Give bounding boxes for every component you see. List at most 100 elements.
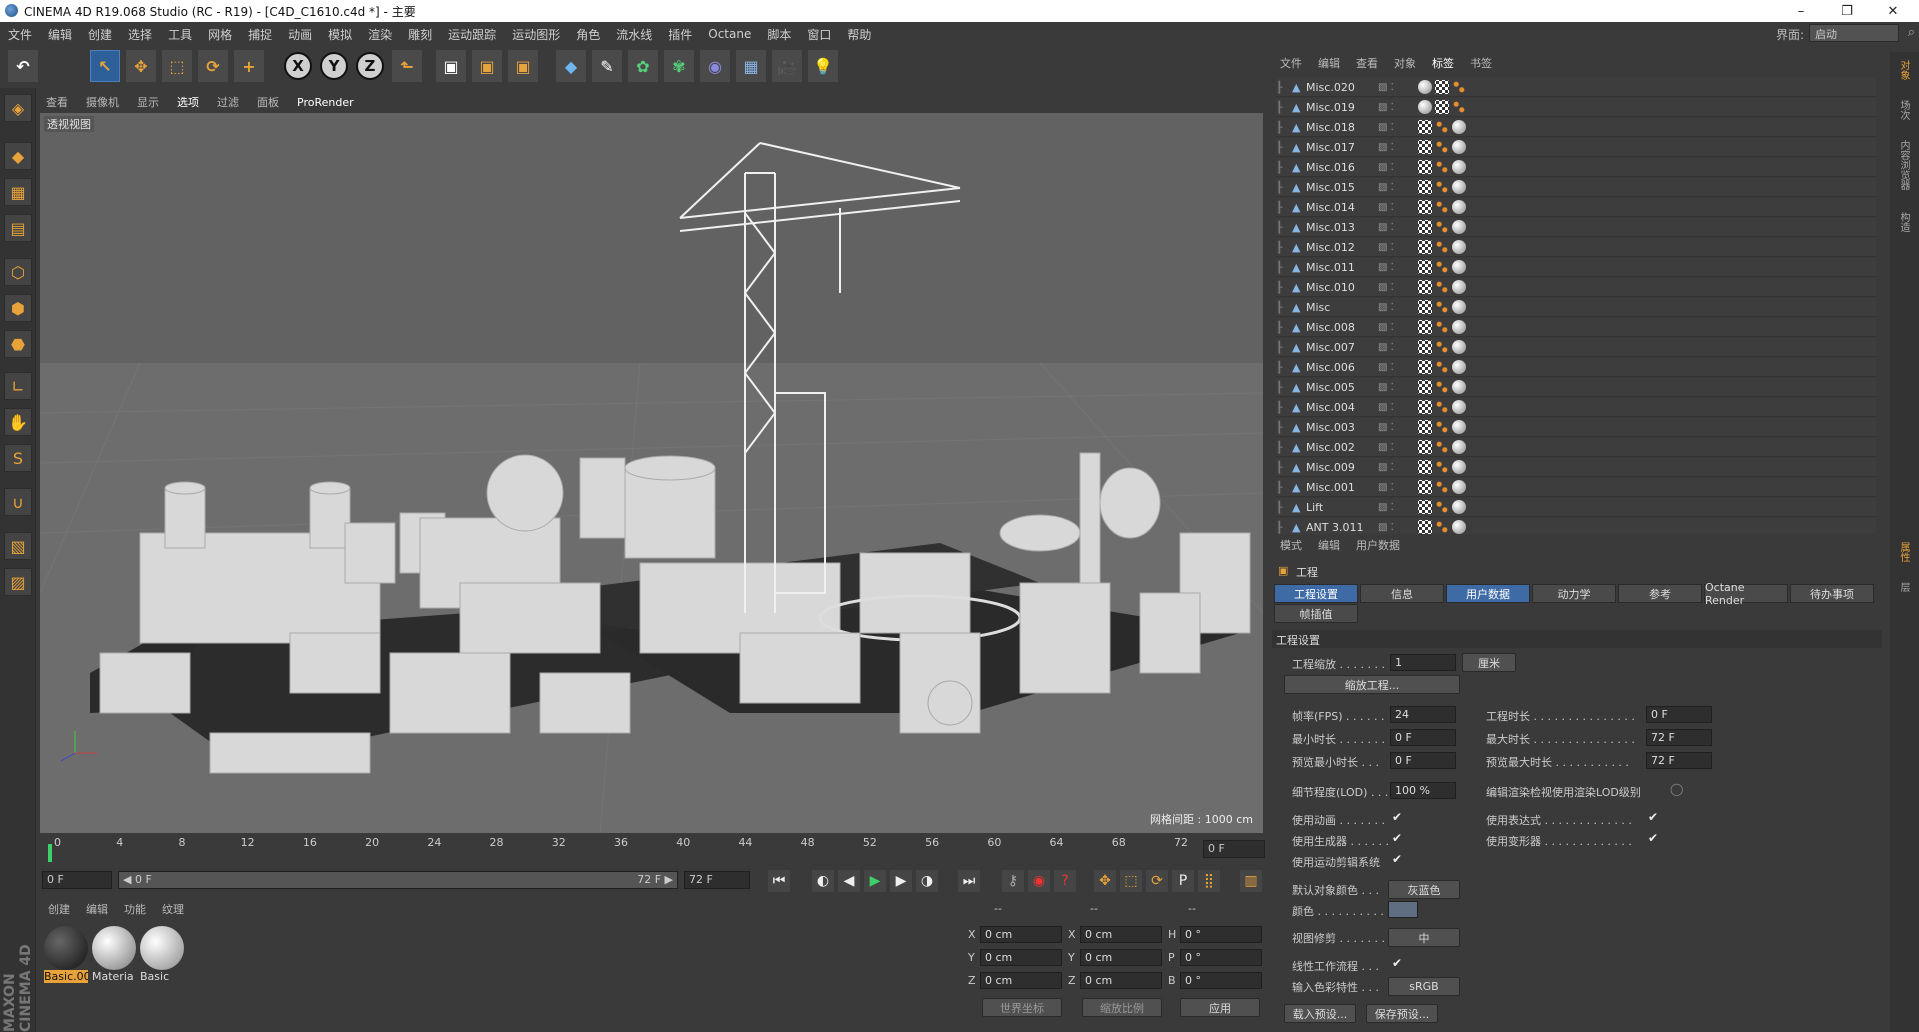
viewport-menu-cameras[interactable]: 摄像机 [77, 94, 128, 110]
min-time-field[interactable]: 0 F [1390, 729, 1456, 746]
preview-max-field[interactable]: 72 F [1646, 752, 1712, 769]
view-clipping-dropdown[interactable]: 中 [1388, 928, 1460, 947]
menu-octane[interactable]: Octane [700, 27, 759, 41]
material-swatch[interactable]: Basic [140, 926, 184, 986]
use-generators-checkbox[interactable]: ✔ [1392, 831, 1402, 845]
material-menu-create[interactable]: 创建 [40, 901, 78, 917]
current-frame-field[interactable]: 0 F [1203, 840, 1265, 858]
menu-motion-tracking[interactable]: 运动跟踪 [440, 26, 504, 43]
add-tool-button[interactable]: + [234, 50, 264, 82]
tab-octane-render[interactable]: Octane Render [1704, 581, 1788, 607]
end-frame-field[interactable]: 72 F [684, 871, 750, 889]
save-preset-button[interactable]: 保存预设... [1366, 1004, 1438, 1023]
object-row[interactable]: ┠ ▲ Misc.009 ▧ ⁚ [1276, 458, 1876, 477]
auto-key-icon[interactable]: ? [1054, 870, 1076, 892]
size-z-field[interactable]: 0 cm [1080, 972, 1162, 989]
object-menu-tags[interactable]: 标签 [1424, 55, 1462, 71]
pen-spline-button[interactable]: ✎ [592, 50, 622, 82]
viewport-menu-options[interactable]: 选项 [168, 94, 208, 110]
menu-create[interactable]: 创建 [80, 26, 120, 43]
menu-edit[interactable]: 编辑 [40, 26, 80, 43]
z-axis-lock-button[interactable]: Z [356, 52, 384, 80]
default-object-color-dropdown[interactable]: 灰蓝色 [1388, 880, 1460, 899]
linear-workflow-checkbox[interactable]: ✔ [1392, 956, 1402, 970]
menu-mograph[interactable]: 运动图形 [504, 26, 568, 43]
color-swatch[interactable] [1388, 901, 1418, 918]
object-row[interactable]: ┠ ▲ Misc.011 ▧ ⁚ [1276, 258, 1876, 277]
fps-field[interactable]: 24 [1390, 706, 1456, 723]
scale-unit-dropdown[interactable]: 厘米 [1462, 653, 1516, 672]
rotate-tool-button[interactable]: ⟳ [198, 50, 228, 82]
menu-snap[interactable]: 捕捉 [240, 26, 280, 43]
right-tab-layers[interactable]: 层 [1896, 582, 1911, 592]
menu-window[interactable]: 窗口 [799, 26, 839, 43]
x-axis-lock-button[interactable]: X [284, 52, 312, 80]
object-row[interactable]: ┠ ▲ Misc.002 ▧ ⁚ [1276, 438, 1876, 457]
object-row[interactable]: ┠ ▲ Misc.019 ▧ ⁚ [1276, 98, 1876, 117]
apply-button[interactable]: 应用 [1180, 998, 1260, 1017]
select-tool-button[interactable]: ↖ [90, 50, 120, 82]
object-menu-edit[interactable]: 编辑 [1310, 55, 1348, 71]
input-color-profile-dropdown[interactable]: sRGB [1388, 977, 1460, 996]
object-row[interactable]: ┠ ▲ Misc.010 ▧ ⁚ [1276, 278, 1876, 297]
max-time-field[interactable]: 72 F [1646, 729, 1712, 746]
menu-pipeline[interactable]: 流水线 [608, 26, 660, 43]
material-swatch[interactable]: Materia [92, 926, 136, 986]
menu-select[interactable]: 选择 [120, 26, 160, 43]
pos-y-field[interactable]: 0 cm [980, 949, 1062, 966]
generator-button[interactable]: ✿ [628, 50, 658, 82]
right-tab-objects[interactable]: 对象 [1896, 60, 1911, 80]
viewport-menu-display[interactable]: 显示 [128, 94, 168, 110]
object-row[interactable]: ┠ ▲ Misc.005 ▧ ⁚ [1276, 378, 1876, 397]
render-lod-checkbox[interactable]: ◯ [1670, 782, 1683, 796]
menu-help[interactable]: 帮助 [839, 26, 879, 43]
menu-script[interactable]: 脚本 [759, 26, 799, 43]
viewport-menu-filter[interactable]: 过滤 [208, 94, 248, 110]
prev-key-button[interactable]: ◐ [812, 870, 834, 892]
right-tab-content-browser[interactable]: 内容浏览器 [1896, 140, 1911, 190]
rot-h-field[interactable]: 0 ° [1180, 926, 1262, 943]
viewport-menu-view[interactable]: 查看 [37, 94, 77, 110]
right-tab-attributes[interactable]: 属性 [1896, 542, 1911, 562]
polygons-mode-icon[interactable]: ⬣ [4, 330, 32, 358]
timeline-ruler[interactable]: 0 4 8 12 16 20 24 28 32 36 40 44 48 52 56 60 64 68 72 0 F [40, 836, 1265, 864]
object-row[interactable]: ┠ ▲ Misc.006 ▧ ⁚ [1276, 358, 1876, 377]
tab-dynamics[interactable]: 动力学 [1532, 584, 1616, 603]
preview-min-field[interactable]: 0 F [1390, 752, 1456, 769]
rot-b-field[interactable]: 0 ° [1180, 972, 1262, 989]
object-row[interactable]: ┠ ▲ Misc.018 ▧ ⁚ [1276, 118, 1876, 137]
object-row[interactable]: ┠ ▲ Misc.001 ▧ ⁚ [1276, 478, 1876, 497]
object-row[interactable]: ┠ ▲ Misc.012 ▧ ⁚ [1276, 238, 1876, 257]
magnet-icon[interactable]: ∪ [4, 488, 32, 516]
object-menu-bookmarks[interactable]: 书签 [1462, 55, 1500, 71]
object-row[interactable]: ┠ ▲ Misc.015 ▧ ⁚ [1276, 178, 1876, 197]
size-x-field[interactable]: 0 cm [1080, 926, 1162, 943]
pos-x-field[interactable]: 0 cm [980, 926, 1062, 943]
scale-tool-button[interactable]: ⬚ [162, 50, 192, 82]
tab-info[interactable]: 信息 [1360, 584, 1444, 603]
start-frame-field[interactable]: 0 F [42, 871, 112, 889]
key-scale-icon[interactable]: ⬚ [1120, 870, 1142, 892]
size-y-field[interactable]: 0 cm [1080, 949, 1162, 966]
camera-button[interactable]: 🎥 [772, 50, 802, 82]
scale-dropdown[interactable]: 缩放比例 [1082, 998, 1162, 1017]
viewport-menu-prorender[interactable]: ProRender [288, 96, 363, 109]
key-pla-icon[interactable]: ⣿ [1198, 870, 1220, 892]
object-row[interactable]: ┠ ▲ Misc.004 ▧ ⁚ [1276, 398, 1876, 417]
object-row[interactable]: ┠ ▲ Misc ▧ ⁚ [1276, 298, 1876, 317]
points-mode-icon[interactable]: ⬡ [4, 258, 32, 286]
timeline-layout-icon[interactable]: ▥ [1240, 870, 1262, 892]
next-frame-button[interactable]: ▶ [890, 870, 912, 892]
object-mode-icon[interactable]: ◆ [4, 142, 32, 170]
menu-tools[interactable]: 工具 [160, 26, 200, 43]
object-menu-view[interactable]: 查看 [1348, 55, 1386, 71]
material-swatch[interactable]: Basic.00 [44, 926, 88, 986]
texture-mode-icon[interactable]: ▦ [4, 178, 32, 206]
world-coords-dropdown[interactable]: 世界坐标 [982, 998, 1062, 1017]
object-menu-file[interactable]: 文件 [1272, 55, 1310, 71]
load-preset-button[interactable]: 载入预设... [1284, 1004, 1356, 1023]
field-button[interactable]: ◉ [700, 50, 730, 82]
material-menu-edit[interactable]: 编辑 [78, 901, 116, 917]
render-picture-viewer-button[interactable]: ▣ [472, 50, 502, 82]
material-menu-function[interactable]: 功能 [116, 901, 154, 917]
